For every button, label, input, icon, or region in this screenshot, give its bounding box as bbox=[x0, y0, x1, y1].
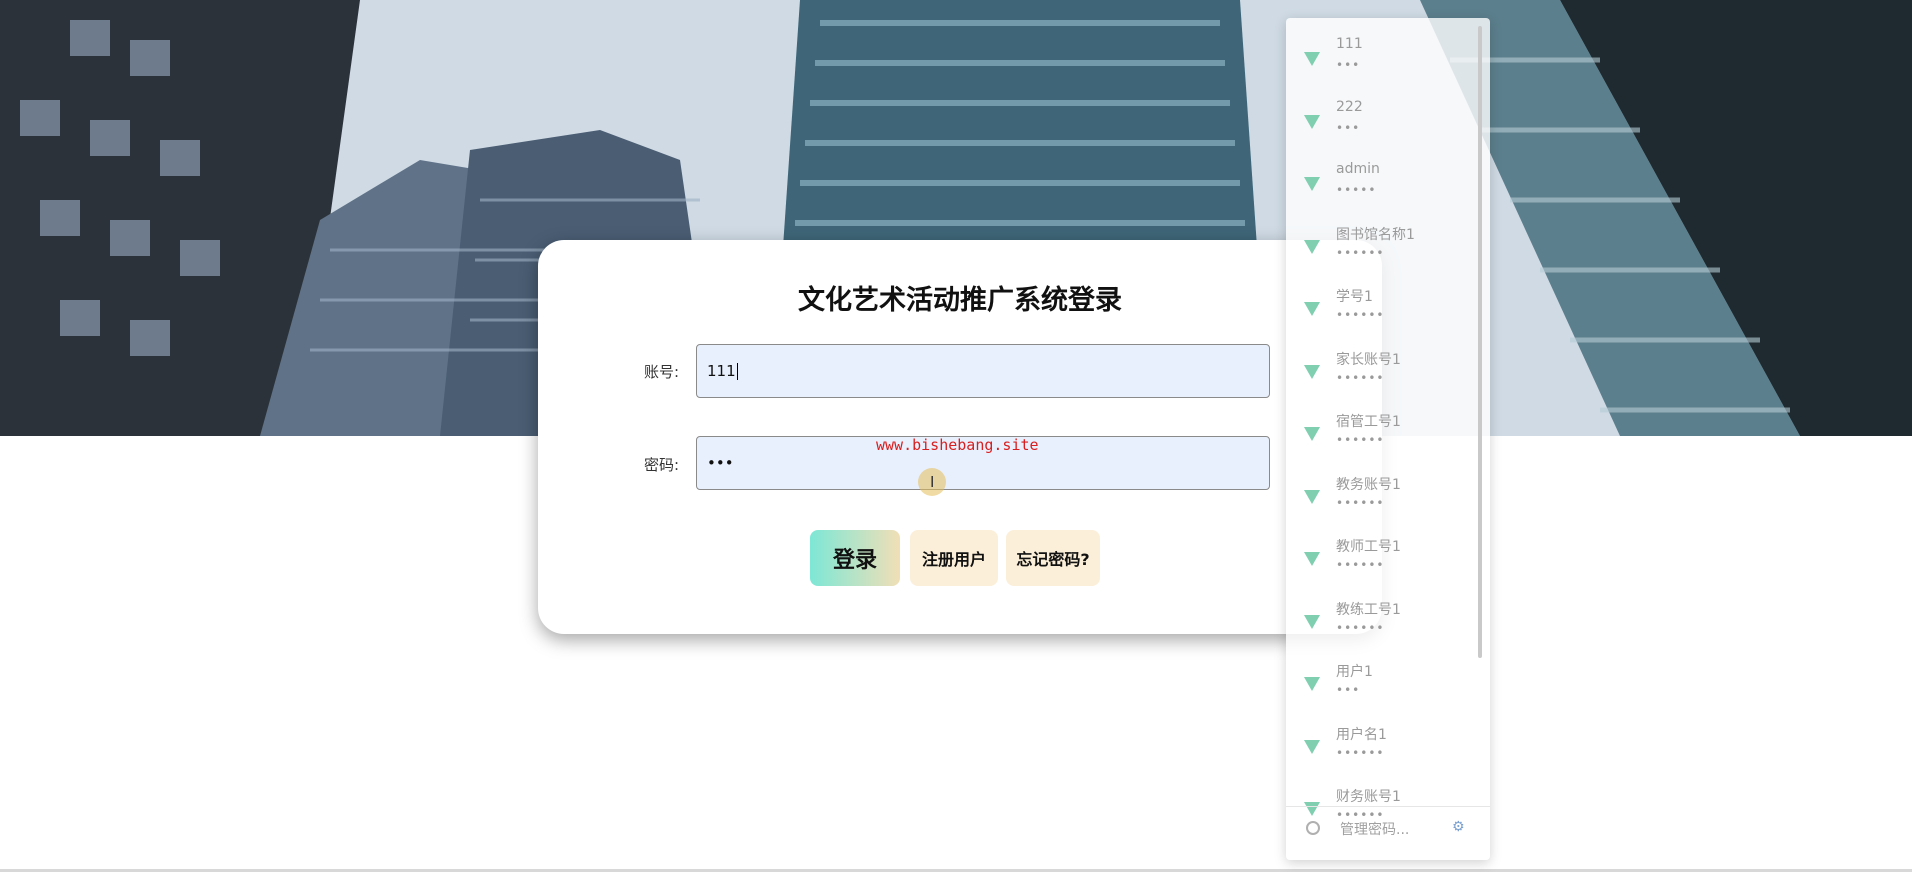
saved-password-item[interactable]: 用户1 ••• bbox=[1286, 657, 1476, 717]
account-value: 111 bbox=[707, 362, 736, 380]
saved-password-mask: •••••• bbox=[1336, 370, 1385, 385]
saved-username: 用户1 bbox=[1336, 664, 1373, 680]
saved-username: 学号1 bbox=[1336, 289, 1373, 305]
manage-passwords-label: 管理密码... bbox=[1340, 822, 1410, 838]
saved-password-mask: •••••• bbox=[1336, 495, 1385, 510]
saved-username: 111 bbox=[1336, 36, 1363, 52]
saved-password-item[interactable]: 学号1 •••••• bbox=[1286, 282, 1476, 342]
saved-username: 教师工号1 bbox=[1336, 539, 1401, 555]
key-manager-icon bbox=[1306, 821, 1320, 835]
key-icon bbox=[1304, 52, 1320, 66]
saved-username: 宿管工号1 bbox=[1336, 414, 1401, 430]
login-button[interactable]: 登录 bbox=[810, 530, 900, 586]
key-icon bbox=[1304, 552, 1320, 566]
key-icon bbox=[1304, 364, 1320, 379]
saved-username: 图书馆名称1 bbox=[1336, 226, 1415, 243]
register-button[interactable]: 注册用户 bbox=[910, 530, 998, 586]
text-caret bbox=[736, 363, 738, 380]
forgot-password-button[interactable]: 忘记密码? bbox=[1006, 530, 1100, 586]
saved-username: 教练工号1 bbox=[1336, 601, 1401, 618]
saved-password-mask: ••• bbox=[1336, 683, 1361, 697]
saved-password-item[interactable]: 222 ••• bbox=[1286, 95, 1476, 155]
saved-username: admin bbox=[1336, 161, 1380, 177]
watermark-text: www.bishebang.site bbox=[876, 436, 1039, 454]
saved-password-mask: •••••• bbox=[1336, 308, 1385, 322]
saved-username: 222 bbox=[1336, 98, 1363, 115]
saved-password-item[interactable]: 用户名1 •••••• bbox=[1286, 720, 1476, 780]
key-icon bbox=[1304, 614, 1320, 629]
saved-password-item[interactable]: 家长账号1 •••••• bbox=[1286, 345, 1476, 405]
saved-password-mask: •••••• bbox=[1336, 245, 1385, 260]
saved-password-item[interactable]: 教师工号1 •••••• bbox=[1286, 532, 1476, 592]
saved-password-mask: ••••• bbox=[1336, 183, 1377, 197]
key-icon bbox=[1304, 427, 1320, 441]
key-icon bbox=[1304, 489, 1320, 504]
saved-password-mask: •••••• bbox=[1336, 745, 1385, 760]
saved-password-item[interactable]: 图书馆名称1 •••••• bbox=[1286, 220, 1476, 280]
login-card: 文化艺术活动推广系统登录 账号: 111 密码: ••• www.bisheba… bbox=[538, 240, 1382, 634]
saved-username: 教务账号1 bbox=[1336, 476, 1401, 493]
saved-username: 用户名1 bbox=[1336, 726, 1387, 743]
dropdown-scrollbar[interactable] bbox=[1478, 26, 1482, 658]
saved-password-mask: ••• bbox=[1336, 58, 1361, 72]
key-icon bbox=[1304, 239, 1320, 254]
saved-password-item[interactable]: 111 ••• bbox=[1286, 32, 1476, 92]
saved-username: 家长账号1 bbox=[1336, 351, 1401, 368]
saved-password-item[interactable]: admin ••••• bbox=[1286, 157, 1476, 217]
account-input[interactable]: 111 bbox=[696, 344, 1270, 398]
saved-password-mask: •••••• bbox=[1336, 433, 1385, 447]
saved-password-item[interactable]: 宿管工号1 •••••• bbox=[1286, 407, 1476, 467]
key-icon bbox=[1304, 177, 1320, 191]
gear-icon[interactable]: ⚙ bbox=[1452, 819, 1465, 835]
saved-passwords-dropdown: 111 ••• 222 ••• admin ••••• 图书馆名称1 •••••• 学号1 •••… bbox=[1286, 18, 1490, 860]
page-title: 文化艺术活动推广系统登录 bbox=[798, 285, 1122, 316]
key-icon bbox=[1304, 677, 1320, 691]
key-icon bbox=[1304, 114, 1320, 129]
ibeam-cursor-icon: I bbox=[930, 473, 935, 491]
saved-password-item[interactable]: 教练工号1 •••••• bbox=[1286, 595, 1476, 655]
manage-passwords-row[interactable]: 管理密码... ⚙ bbox=[1286, 806, 1490, 860]
password-value: ••• bbox=[707, 454, 734, 472]
saved-password-mask: •••••• bbox=[1336, 558, 1385, 572]
saved-password-mask: ••• bbox=[1336, 120, 1361, 135]
saved-username: 财务账号1 bbox=[1336, 789, 1401, 805]
key-icon bbox=[1304, 302, 1320, 316]
saved-password-mask: •••••• bbox=[1336, 620, 1385, 635]
key-icon bbox=[1304, 739, 1320, 754]
saved-password-item[interactable]: 教务账号1 •••••• bbox=[1286, 470, 1476, 530]
